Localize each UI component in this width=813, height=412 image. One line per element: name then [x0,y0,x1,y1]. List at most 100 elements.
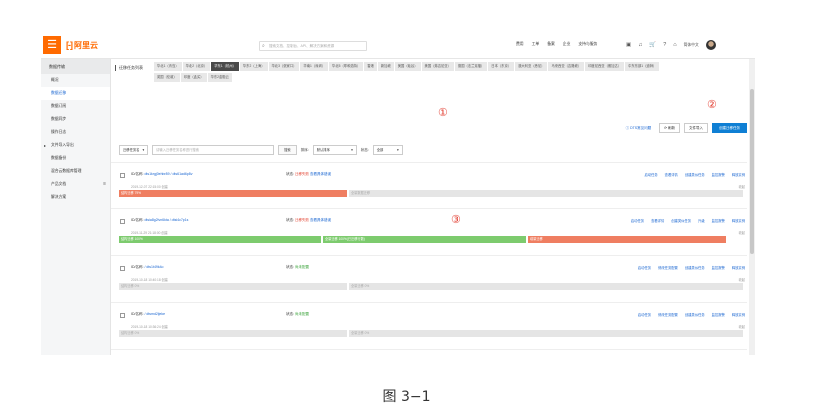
sidebar-item-hybrid[interactable]: 混合云数据库管理 [41,165,110,178]
region-tab[interactable]: 华北1（青岛） [154,62,182,71]
refresh-button[interactable]: ⟳ 刷新 [659,123,680,133]
region-tab[interactable]: 华东2（上海） [239,62,268,71]
figure-caption: 图 3−1 [382,389,431,405]
task-action-link[interactable]: 查看详情 [651,218,664,223]
task-action-link[interactable]: 创建类似任务 [671,218,691,223]
logo[interactable]: [-] 阿里云 [66,39,98,51]
task-id-link[interactable]: dts1krgj0ehbr89 / dts61ad6p8v [144,172,192,176]
nav-link-fees[interactable]: 费用 [516,42,524,47]
region-tab[interactable]: 华北2（北京） [182,62,211,71]
terminal-icon[interactable]: ▣ [626,42,631,48]
task-action-link[interactable]: 启动任务 [638,312,651,317]
view-error-link[interactable]: 查看具体错误 [310,218,331,222]
sort-select[interactable]: 默认排序 ▾ [312,145,357,155]
task-checkbox[interactable] [120,313,125,318]
task-action-link[interactable]: 修改任务配置 [658,312,678,317]
region-tab[interactable]: 新加坡 [377,62,394,71]
task-action-link[interactable]: 查看详情 [665,172,678,177]
scrollbar[interactable] [749,59,755,355]
task-action-link[interactable]: 创建类似任务 [685,172,705,177]
region-tab[interactable]: 日本（东京） [488,62,515,71]
region-tab[interactable]: 中东东部1（迪拜） [625,62,660,71]
global-search-input[interactable]: ⌕ 搜索文档、控制台、API、解决方案和资源 [259,41,367,51]
callout-marker-1: ① [438,106,448,119]
status-select[interactable]: 全部 ▾ [372,145,403,155]
region-tab[interactable]: 香港 [364,62,377,71]
task-search-input[interactable]: 请输入迁移任务名称进行搜索 [152,145,275,155]
task-action-link[interactable]: 监控报警 [712,265,725,270]
collapse-link[interactable]: 收起 [739,277,745,282]
sidebar-item-docs[interactable]: 产品文档 ≡ [41,178,110,191]
chevron-down-icon: ▾ [142,148,145,152]
create-migration-task-button[interactable]: 创建迁移任务 [712,123,747,133]
view-error-link[interactable]: 查看具体错误 [310,172,331,176]
region-tab[interactable]: 印度尼西亚（雅加达） [585,62,625,71]
scrollbar-thumb[interactable] [750,89,754,254]
region-tab[interactable]: 德国（法兰克福） [454,62,488,71]
nav-link-enterprise[interactable]: 企业 [563,42,571,47]
collapse-link[interactable]: 收起 [739,324,745,329]
home-icon[interactable]: ⌂ [673,42,676,48]
region-tab[interactable]: 华北3（张家口） [268,62,300,71]
region-tab[interactable]: 华南1（深圳） [300,62,329,71]
sidebar-item-label: 产品文档 [51,182,67,186]
region-tab[interactable]: 英国（伦敦） [154,73,180,82]
region-tab[interactable]: 马来西亚（吉隆坡） [548,62,585,71]
menu-icon[interactable]: ☰ [43,36,61,54]
sidebar-item-migration[interactable]: 数据迁移 [41,87,110,100]
region-tab[interactable]: 华东2金融云 [207,73,232,82]
sidebar-item-file-import[interactable]: ▸ 文件导入导出 [41,139,110,152]
nav-link-tickets[interactable]: 工单 [532,42,540,47]
task-action-link[interactable]: 释放实例 [732,312,745,317]
dts-faq-link[interactable]: ⓘ DTS常见问题 [626,126,651,131]
region-tab[interactable]: 华北5（呼和浩特） [329,62,364,71]
sidebar-item-subscription[interactable]: 数据订阅 [41,100,110,113]
bell-icon[interactable]: ♫ [638,42,642,48]
nav-link-filing[interactable]: 备案 [547,42,555,47]
task-action-link[interactable]: 释放实例 [732,265,745,270]
region-tab[interactable]: 美国（硅谷） [394,62,421,71]
task-action-link[interactable]: 监控报警 [712,218,725,223]
region-tab[interactable]: 华东1（杭州） [211,62,239,71]
file-import-button[interactable]: 文件导入 [684,123,708,133]
task-action-link[interactable]: 创建类似任务 [685,312,705,317]
main-content: 迁移任务列表 华北1（青岛） 华北2（北京） 华东1（杭州） 华东2（上海） 华北3（张… [111,59,755,355]
task-action-link[interactable]: 释放实例 [732,172,745,177]
cart-icon[interactable]: 🛒 [649,42,656,48]
task-action-link[interactable]: 升级 [698,218,705,223]
task-action-link[interactable]: 启动任务 [638,265,651,270]
task-id-link[interactable]: / dts1t49k4o [144,265,163,269]
toolbar: ⓘ DTS常见问题 ⟳ 刷新 文件导入 创建迁移任务 [626,123,747,133]
task-id-link[interactable]: dtsia8g2lvn6kta / dtsi4c7p1s [144,218,188,222]
task-action-link[interactable]: 释放实例 [732,218,745,223]
task-checkbox[interactable] [120,266,125,271]
region-tab[interactable]: 印度（孟买） [180,73,207,82]
progress-bar: 全量迁移 0% [349,283,743,290]
nav-link-support[interactable]: 支持与服务 [578,42,597,47]
task-action-link[interactable]: 启动任务 [644,172,657,177]
task-action-link[interactable]: 修改任务配置 [658,265,678,270]
task-action-link[interactable]: 监控报警 [712,312,725,317]
sidebar-item-solutions[interactable]: 解决方案 [41,191,110,204]
sidebar-collapse-icon[interactable]: ≡ [103,178,106,191]
search-button[interactable]: 搜索 [278,145,297,155]
sidebar-item-overview[interactable]: 概况 [41,74,110,87]
task-id-link[interactable]: / dtsmd2ijeke [144,312,165,316]
sidebar-item-sync[interactable]: 数据同步 [41,113,110,126]
help-icon[interactable]: ? [663,42,666,48]
region-tab[interactable]: 美国（弗吉尼亚） [421,62,454,71]
task-row: ID/名称: / dtsjeeo375状态: 未启动 启动任务修改任务配置创建类… [111,349,747,355]
task-action-link[interactable]: 启动任务 [631,218,644,223]
language-switch[interactable]: 简体中文 [684,43,699,48]
sidebar-item-backup[interactable]: 数据备份 [41,152,110,165]
sidebar-item-logs[interactable]: 操作日志 [41,126,110,139]
avatar[interactable] [705,40,716,50]
task-action-link[interactable]: 监控报警 [712,172,725,177]
task-checkbox[interactable] [120,219,125,224]
task-checkbox[interactable] [120,173,125,178]
field-select[interactable]: 迁移任务名 ▾ [119,145,149,155]
region-tab[interactable]: 澳大利亚（悉尼） [515,62,548,71]
collapse-link[interactable]: 收起 [739,230,745,235]
task-action-link[interactable]: 创建类似任务 [685,265,705,270]
collapse-link[interactable]: 收起 [739,184,745,189]
